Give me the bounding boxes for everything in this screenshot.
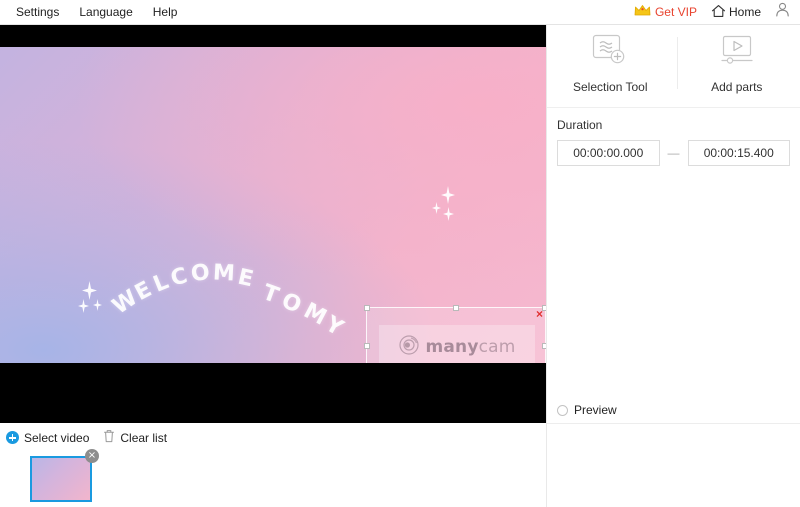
overlay-char: E [235, 265, 255, 293]
home-button[interactable]: Home [711, 4, 761, 21]
sparkle-icon [441, 186, 455, 204]
home-label: Home [729, 5, 761, 19]
clear-list-button[interactable]: Clear list [103, 429, 167, 446]
home-icon [711, 4, 726, 21]
watermark-selection-box[interactable]: × [366, 307, 546, 363]
tools-row: Selection Tool Add parts [547, 25, 800, 101]
resize-handle-top-left[interactable] [364, 305, 370, 311]
watermark-text-bold: many [425, 337, 478, 357]
watermark-text: manycam [425, 337, 515, 357]
thumbnail-list: × [0, 446, 546, 502]
get-vip-label: Get VIP [655, 5, 697, 19]
video-overlay-text: W E L C O M E T O M Y [95, 252, 335, 342]
sparkle-icon [78, 299, 89, 313]
duration-end-input[interactable]: 00:00:15.400 [688, 140, 791, 166]
menu-bar: Settings Language Help Get VIP [0, 0, 800, 25]
account-button[interactable] [775, 2, 790, 22]
watermark-content: manycam [379, 325, 535, 363]
video-preview-panel[interactable]: W E L C O M E T O M Y × [0, 25, 546, 423]
overlay-char: O [278, 288, 305, 318]
sparkle-icon [432, 202, 441, 214]
video-list-panel: Select video Clear list × [0, 423, 546, 507]
duration-row: 00:00:00.000 — 00:00:15.400 [557, 140, 790, 166]
panel-bottom-separator [547, 423, 800, 424]
account-icon [775, 2, 790, 22]
player-controls: 00:00:04/00:00:15 [0, 413, 546, 423]
menu-language[interactable]: Language [69, 2, 142, 22]
overlay-char: M [212, 260, 235, 286]
tools-divider [677, 37, 678, 89]
app-window: Settings Language Help Get VIP [0, 0, 800, 507]
preview-radio[interactable] [557, 405, 568, 416]
add-parts-label: Add parts [711, 80, 762, 94]
clear-list-label: Clear list [120, 431, 167, 445]
preview-toggle[interactable]: Preview [557, 403, 617, 417]
add-parts-icon [717, 33, 757, 74]
preview-label: Preview [574, 403, 617, 417]
menu-items: Settings Language Help [0, 2, 187, 22]
menu-help[interactable]: Help [143, 2, 188, 22]
selection-tool-button[interactable]: Selection Tool [547, 33, 674, 101]
sparkle-icon [443, 207, 454, 221]
video-frame[interactable]: W E L C O M E T O M Y × [0, 47, 546, 363]
list-actions: Select video Clear list [0, 423, 546, 446]
duration-start-input[interactable]: 00:00:00.000 [557, 140, 660, 166]
duration-section: Duration 00:00:00.000 — 00:00:15.400 [547, 108, 800, 166]
overlay-char: C [168, 263, 190, 291]
menu-settings[interactable]: Settings [6, 2, 69, 22]
duration-title: Duration [557, 118, 790, 132]
get-vip-button[interactable]: Get VIP [634, 4, 697, 20]
selection-tool-label: Selection Tool [573, 80, 648, 94]
watermark-text-light: cam [479, 337, 516, 357]
trash-icon [103, 429, 115, 446]
tools-panel: Selection Tool Add parts Duration 00:00: [546, 25, 800, 507]
video-thumbnail[interactable] [30, 456, 92, 502]
selection-tool-icon [590, 33, 630, 74]
resize-handle-top-center[interactable] [453, 305, 459, 311]
select-video-label: Select video [24, 431, 89, 445]
plus-circle-icon [6, 431, 19, 444]
add-parts-button[interactable]: Add parts [674, 33, 800, 101]
remove-thumbnail-button[interactable]: × [85, 449, 99, 463]
overlay-char: O [190, 260, 212, 287]
select-video-button[interactable]: Select video [6, 431, 89, 445]
overlay-char: T [259, 280, 282, 309]
duration-separator: — [668, 146, 680, 160]
crown-icon [634, 4, 651, 20]
menu-right-controls: Get VIP Home [634, 2, 800, 22]
thumbnail-item[interactable]: × [30, 456, 92, 502]
resize-handle-middle-left[interactable] [364, 343, 370, 349]
manycam-logo-icon [398, 334, 420, 361]
